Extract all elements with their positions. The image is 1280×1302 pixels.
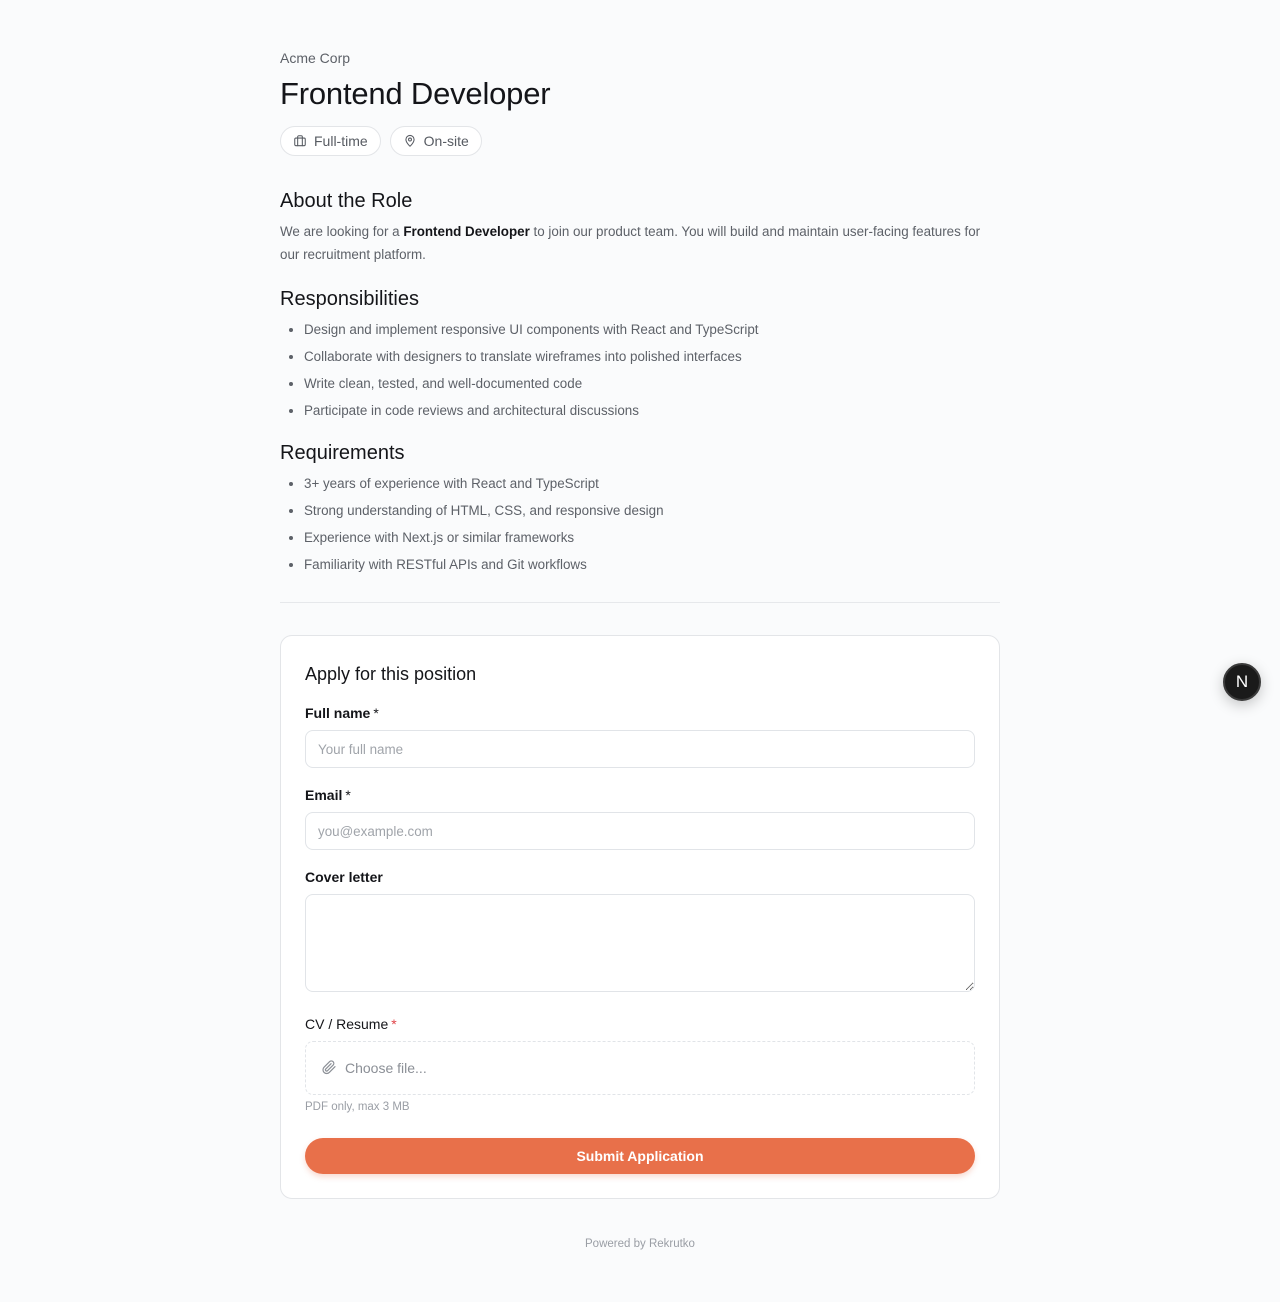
responsibilities-list: Design and implement responsive UI compo…: [280, 320, 1000, 420]
job-page: Acme Corp Frontend Developer Full-time O…: [280, 48, 1000, 1199]
required-mark: *: [373, 705, 379, 721]
list-item: Familiarity with RESTful APIs and Git wo…: [280, 555, 1000, 574]
tag-location-type: On-site: [389, 126, 482, 156]
map-pin-icon: [403, 134, 417, 148]
responsibilities-heading: Responsibilities: [280, 288, 419, 310]
list-item: Design and implement responsive UI compo…: [280, 320, 1000, 339]
cv-label-text: CV / Resume: [305, 1016, 389, 1032]
full-name-input[interactable]: [305, 730, 975, 768]
choose-file-label: Choose file...: [345, 1060, 427, 1076]
cv-label: CV / Resume *: [305, 1016, 397, 1032]
full-name-label: Full name *: [305, 705, 379, 721]
tag-label: Full-time: [314, 133, 368, 149]
about-heading: About the Role: [280, 190, 413, 212]
requirements-list: 3+ years of experience with React and Ty…: [280, 474, 1000, 574]
floating-action-button[interactable]: N: [1223, 663, 1261, 701]
page-title: Frontend Developer: [280, 76, 551, 111]
list-item: Participate in code reviews and architec…: [280, 401, 1000, 420]
paperclip-icon: [321, 1059, 337, 1078]
required-mark: *: [391, 1016, 397, 1032]
email-label-text: Email: [305, 787, 343, 803]
tag-employment-type: Full-time: [280, 126, 381, 156]
footer-powered-by: Powered by Rekrutko: [585, 1238, 695, 1250]
briefcase-icon: [293, 134, 307, 148]
cover-letter-group: Cover letter: [305, 868, 975, 992]
full-name-group: Full name *: [305, 704, 975, 768]
required-mark: *: [345, 787, 351, 803]
cv-group: CV / Resume * Choose file... PDF only, ma…: [305, 1015, 975, 1114]
submit-application-button[interactable]: Submit Application: [305, 1138, 975, 1174]
company-name: Acme Corp: [280, 50, 351, 66]
application-form: Apply for this position Full name* Email…: [280, 635, 1000, 1199]
about-text-intro: We are looking for a: [280, 224, 404, 239]
job-tags: Full-time On-site: [280, 126, 1000, 156]
tag-label: On-site: [423, 133, 469, 149]
email-label: Email *: [305, 787, 351, 803]
requirements-heading: Requirements: [280, 442, 405, 464]
about-text: We are looking for a Frontend Developer …: [280, 220, 1000, 266]
form-title: Apply for this position: [305, 664, 477, 684]
list-item: Collaborate with designers to translate …: [280, 347, 1000, 366]
divider: [280, 602, 1000, 603]
list-item: Strong understanding of HTML, CSS, and r…: [280, 501, 1000, 520]
cv-file-picker[interactable]: Choose file...: [305, 1041, 975, 1095]
list-item: 3+ years of experience with React and Ty…: [280, 474, 1000, 493]
list-item: Write clean, tested, and well-documented…: [280, 374, 1000, 393]
list-item: Experience with Next.js or similar frame…: [280, 528, 1000, 547]
fab-letter: N: [1235, 672, 1249, 691]
cover-letter-textarea[interactable]: [305, 894, 975, 992]
cv-hint: PDF only, max 3 MB: [305, 1101, 410, 1113]
cover-letter-label: Cover letter: [305, 869, 383, 885]
email-group: Email *: [305, 786, 975, 850]
about-text-role: Frontend Developer: [403, 224, 530, 239]
full-name-label-text: Full name: [305, 705, 371, 721]
email-input[interactable]: [305, 812, 975, 850]
